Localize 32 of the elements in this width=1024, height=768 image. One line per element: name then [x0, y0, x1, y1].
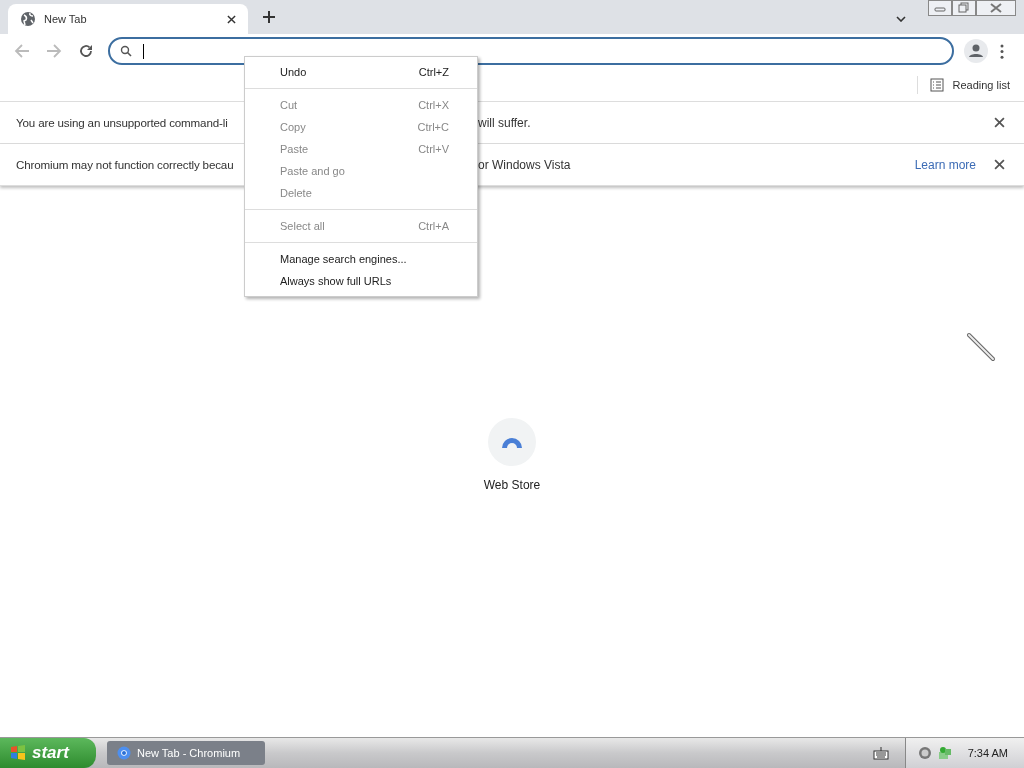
- infobar-message: or Windows Vista: [478, 157, 571, 172]
- globe-icon: [20, 11, 36, 27]
- shortcut-tile[interactable]: Web Store: [464, 418, 560, 498]
- new-tab-icon[interactable]: [263, 11, 275, 23]
- infobar-message: will suffer.: [478, 115, 531, 130]
- profile-icon[interactable]: [964, 39, 988, 63]
- taskbar-button[interactable]: New Tab - Chromium: [107, 741, 265, 765]
- clock: 7:34 AM: [967, 747, 1008, 759]
- menu-item[interactable]: Undo Ctrl+Z: [245, 61, 477, 83]
- close-icon[interactable]: [994, 117, 1005, 128]
- minimize-icon[interactable]: [928, 0, 952, 16]
- more-menu-icon[interactable]: [1000, 43, 1004, 59]
- search-icon: [120, 45, 132, 57]
- menu-item[interactable]: Manage search engines...: [245, 248, 477, 270]
- list-icon: [929, 77, 944, 92]
- chevron-down-icon[interactable]: [896, 16, 906, 22]
- tab-title: New Tab: [44, 13, 88, 25]
- infobar-message: You are using an unsupported command-li: [16, 116, 229, 129]
- reload-icon[interactable]: [78, 43, 94, 59]
- infobar-message: Chromium may not function correctly becau: [16, 158, 235, 171]
- chromium-icon: [117, 746, 131, 760]
- restore-icon[interactable]: [952, 0, 976, 16]
- browser-tab[interactable]: New Tab: [8, 4, 248, 34]
- web-store-icon: [488, 418, 536, 466]
- close-icon[interactable]: [994, 159, 1005, 170]
- reading-list-button[interactable]: Reading list: [916, 75, 1024, 94]
- start-button[interactable]: start: [0, 738, 96, 768]
- learn-more-link[interactable]: Learn more: [914, 157, 976, 172]
- close-icon[interactable]: [227, 14, 236, 24]
- menu-item[interactable]: Always show full URLs: [245, 270, 477, 292]
- tile-label: Web Store: [483, 478, 541, 492]
- windows-logo-icon: [10, 745, 26, 761]
